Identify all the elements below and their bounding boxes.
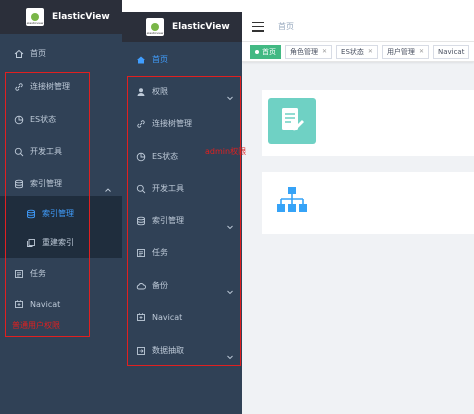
tag-role-management[interactable]: 角色管理 ✕ — [285, 44, 333, 59]
screenshot-root: elasticview ElasticView 首页 连接树管理 ES状态 开发… — [0, 0, 474, 414]
close-icon[interactable]: ✕ — [419, 48, 424, 55]
navbar: 首页 — [242, 12, 474, 42]
breadcrumb[interactable]: 首页 — [278, 21, 294, 32]
tag-navicat[interactable]: Navicat — [432, 44, 470, 59]
menu-label: 首页 — [30, 49, 46, 58]
app-logo-icon: elasticview — [146, 18, 164, 36]
admin-sidebar-item-home[interactable]: 首页 — [136, 54, 168, 65]
tag-user-management[interactable]: 用户管理 ✕ — [381, 44, 429, 59]
tag-label: 首页 — [262, 47, 276, 56]
tag-home[interactable]: 首页 — [250, 44, 281, 59]
tag-label: 角色管理 — [290, 47, 318, 56]
app-title: ElasticView — [52, 12, 110, 22]
menu-label: 首页 — [152, 55, 168, 64]
normal-user-annotation: 普通用户权限 — [12, 321, 60, 330]
active-dot-icon — [255, 49, 259, 54]
app-title: ElasticView — [172, 22, 230, 32]
hamburger-icon[interactable] — [252, 21, 264, 32]
home-icon — [136, 55, 146, 65]
admin-annotation: admin权限 — [205, 147, 247, 156]
left-sidebar-logo[interactable]: elasticview ElasticView — [0, 0, 122, 34]
tag-label: Navicat — [437, 47, 465, 56]
close-icon[interactable]: ✕ — [322, 48, 327, 55]
logo-caption: elasticview — [26, 21, 44, 25]
tag-label: 用户管理 — [386, 47, 415, 56]
admin-sidebar-logo[interactable]: elasticview ElasticView — [122, 12, 242, 42]
close-icon[interactable]: ✕ — [368, 48, 373, 55]
sitemap-icon — [276, 186, 308, 216]
tag-es-status[interactable]: ES状态 ✕ — [336, 44, 378, 59]
tags-view: 首页 角色管理 ✕ ES状态 ✕ 用户管理 ✕ Navicat — [242, 42, 474, 62]
chevron-up-icon — [104, 179, 112, 192]
app-logo-icon: elasticview — [26, 8, 44, 26]
admin-annotation-box — [127, 76, 241, 366]
tag-label: ES状态 — [341, 47, 364, 56]
left-sidebar-item-home[interactable]: 首页 — [14, 48, 46, 59]
normal-user-annotation-box — [5, 72, 90, 337]
document-edit-icon — [268, 98, 316, 144]
home-icon — [14, 49, 24, 59]
logo-caption: elasticview — [146, 31, 164, 35]
